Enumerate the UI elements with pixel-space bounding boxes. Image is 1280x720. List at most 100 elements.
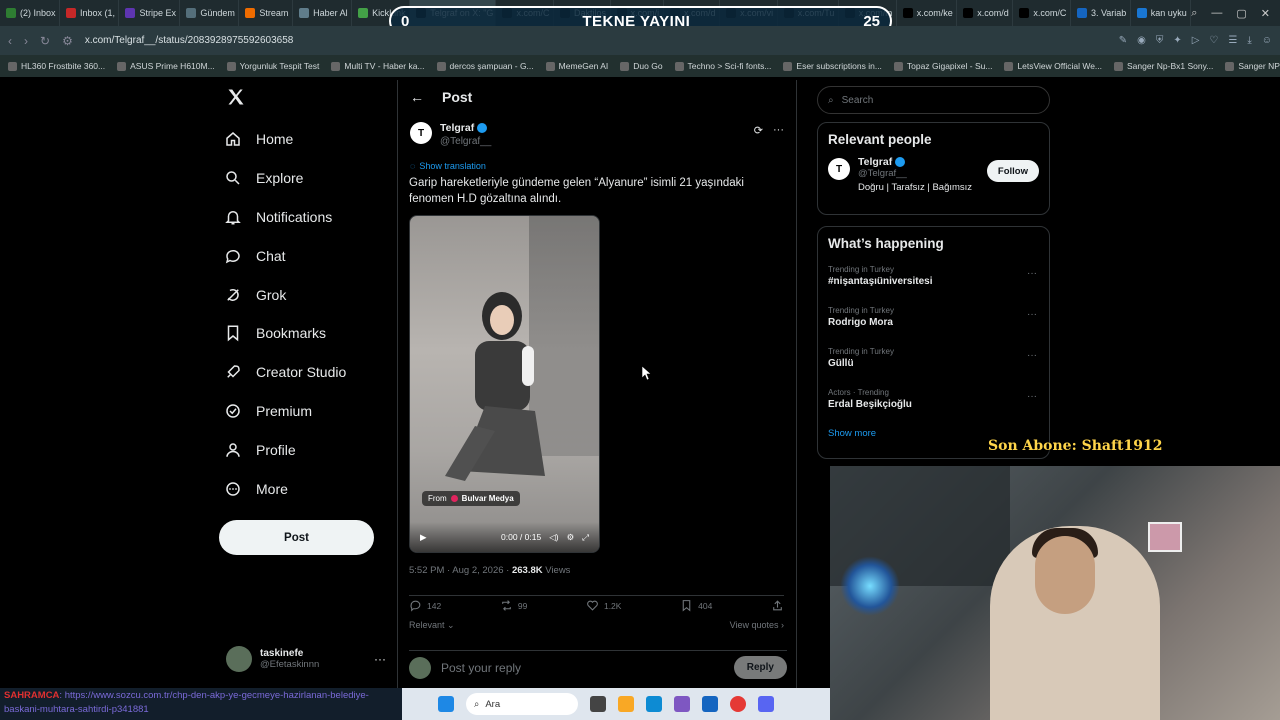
bookmark-item[interactable]: MemeGen AI	[545, 61, 608, 71]
bookmark-item[interactable]: ASUS Prime H610M...	[117, 61, 215, 71]
person-avatar[interactable]: T	[828, 158, 850, 180]
timestamp-text[interactable]: 5:52 PM · Aug 2, 2026 ·	[409, 565, 512, 576]
post-video[interactable]: From Bulvar Medya ▶ 0:00 / 0:15 ◁) ⚙ ⤢	[409, 215, 600, 553]
bookmark-item[interactable]: Eser subscriptions in...	[783, 61, 882, 71]
bookmark-item[interactable]: Sanger Np-Bx1 Sony...	[1114, 61, 1213, 71]
download-icon[interactable]: ⤓	[1247, 35, 1251, 46]
taskbar-search[interactable]: ⌕ Ara	[466, 693, 578, 715]
discord-icon[interactable]	[758, 696, 774, 712]
store-icon[interactable]	[702, 696, 718, 712]
edit-icon[interactable]: ✎	[1119, 35, 1127, 46]
copilot-icon[interactable]	[674, 696, 690, 712]
show-translation-link[interactable]: ◌ Show translation	[410, 161, 486, 171]
opera-icon[interactable]	[730, 696, 746, 712]
bookmark-item[interactable]: Duo Go	[620, 61, 663, 71]
puzzle-icon[interactable]: ✦	[1173, 35, 1181, 46]
nav-item-profile[interactable]: Profile	[224, 430, 394, 469]
bookmark-item[interactable]: Topaz Gigapixel - Su...	[893, 61, 992, 71]
trend-item[interactable]: Trending in Turkey Rodrigo Mora ···	[818, 301, 1049, 342]
browser-tab[interactable]: Stripe Ex	[119, 0, 181, 26]
browser-tab[interactable]: Haber Al	[293, 0, 353, 26]
repost-action[interactable]: 99	[500, 599, 527, 612]
sort-dropdown[interactable]: Relevant ⌄	[409, 620, 455, 631]
author-avatar[interactable]: T	[410, 122, 432, 144]
video-source-badge[interactable]: From Bulvar Medya	[422, 491, 520, 506]
browser-tab[interactable]: Inbox (1,	[60, 0, 120, 26]
more-dots-icon[interactable]: ···	[1027, 268, 1037, 279]
x-logo-icon[interactable]	[226, 87, 246, 107]
shield-icon[interactable]: ⛨	[1156, 35, 1164, 46]
play-icon[interactable]: ▷	[1192, 35, 1200, 46]
post-button[interactable]: Post	[219, 520, 374, 555]
settings-icon[interactable]: ⚙	[567, 532, 575, 543]
maximize-icon[interactable]: ▢	[1236, 7, 1246, 20]
more-dots-icon[interactable]: ···	[773, 124, 784, 137]
forward-icon[interactable]: ›	[24, 34, 28, 48]
site-info-icon[interactable]: ⚙	[62, 34, 73, 48]
trend-item[interactable]: Trending in Turkey #nişantaşıüniversitesi…	[818, 260, 1049, 301]
file-explorer-icon[interactable]	[618, 696, 634, 712]
more-dots-icon[interactable]: ···	[1027, 309, 1037, 320]
more-dots-icon[interactable]: ···	[1027, 391, 1037, 402]
nav-item-chat[interactable]: Chat	[224, 236, 394, 275]
start-icon[interactable]	[438, 696, 454, 712]
author-handle[interactable]: @Telgraf__	[440, 136, 491, 147]
grok-icon[interactable]: ⟳	[754, 124, 763, 137]
browser-tab[interactable]: x.com/ke	[897, 0, 958, 26]
reply-button[interactable]: Reply	[733, 656, 787, 679]
reply-input[interactable]: Post your reply	[441, 661, 724, 675]
nav-item-explore[interactable]: Explore	[224, 159, 394, 198]
play-icon[interactable]: ▶	[420, 532, 427, 543]
search-input[interactable]: ⌕ Search	[817, 86, 1050, 114]
task-view-icon[interactable]	[590, 696, 606, 712]
nav-item-grok[interactable]: Grok	[224, 275, 394, 314]
url-field[interactable]: x.com/Telgraf__/status/20839289755926036…	[85, 35, 1107, 46]
bookmark-item[interactable]: Multi TV - Haber ka...	[331, 61, 425, 71]
trend-item[interactable]: Actors · Trending Erdal Beşikçioğlu ···	[818, 383, 1049, 424]
bookmark-item[interactable]: HL360 Frostbite 360...	[8, 61, 105, 71]
back-arrow-icon[interactable]: ←	[410, 89, 424, 105]
camera-icon[interactable]: ◉	[1137, 35, 1146, 46]
fullscreen-icon[interactable]: ⤢	[582, 532, 589, 543]
share-action[interactable]	[771, 599, 784, 612]
reply-action[interactable]: 142	[409, 599, 441, 612]
more-dots-icon[interactable]: ···	[1027, 350, 1037, 361]
post-author[interactable]: T Telgraf @Telgraf__	[410, 122, 491, 147]
browser-tab[interactable]: (2) Inbox	[0, 0, 60, 26]
profile-icon[interactable]: ☺	[1262, 35, 1272, 46]
list-icon[interactable]: ☰	[1228, 35, 1237, 46]
nav-item-creator-studio[interactable]: Creator Studio	[224, 353, 394, 392]
browser-tab[interactable]: Gündem	[180, 0, 240, 26]
trend-item[interactable]: Trending in Turkey Güllü ···	[818, 342, 1049, 383]
follow-button[interactable]: Follow	[986, 160, 1039, 182]
minimize-icon[interactable]: —	[1211, 7, 1222, 20]
browser-tab[interactable]: x.com/d	[957, 0, 1014, 26]
nav-item-premium[interactable]: Premium	[224, 392, 394, 431]
back-icon[interactable]: ‹	[8, 34, 12, 48]
ticker-text[interactable]: : https://www.sozcu.com.tr/chp-den-akp-y…	[4, 690, 369, 715]
view-quotes-link[interactable]: View quotes ›	[730, 620, 784, 631]
like-action[interactable]: 1.2K	[586, 599, 621, 612]
edge-icon[interactable]	[646, 696, 662, 712]
relevant-person[interactable]: T Telgraf @Telgraf__ Doğru | Tarafsız | …	[818, 156, 1049, 203]
heart-icon[interactable]: ♡	[1209, 35, 1218, 46]
more-dots-icon[interactable]: ···	[374, 652, 386, 666]
volume-icon[interactable]: ◁)	[549, 532, 558, 543]
bookmark-item[interactable]: Sanger NP-BX1...	[1225, 61, 1280, 71]
browser-tab[interactable]: Stream	[239, 0, 294, 26]
bookmark-item[interactable]: dercos şampuan - G...	[436, 61, 534, 71]
author-name[interactable]: Telgraf	[440, 122, 474, 134]
bookmark-item[interactable]: Yorgunluk Tespit Test	[226, 61, 319, 71]
close-icon[interactable]: ✕	[1261, 7, 1270, 20]
person-name[interactable]: Telgraf	[858, 156, 892, 168]
account-switcher[interactable]: taskinefe @Efetaskinnn ···	[226, 643, 386, 675]
browser-tab[interactable]: x.com/C	[1013, 0, 1071, 26]
bookmark-action[interactable]: 404	[680, 599, 712, 612]
nav-item-notifications[interactable]: Notifications	[224, 198, 394, 237]
browser-tab[interactable]: 3. Variab	[1071, 0, 1131, 26]
bookmark-item[interactable]: Techno > Sci-fi fonts...	[674, 61, 771, 71]
bookmark-item[interactable]: LetsView Official We...	[1004, 61, 1102, 71]
nav-item-home[interactable]: Home	[224, 120, 394, 159]
search-tabs-icon[interactable]: ⌕	[1191, 7, 1197, 20]
browser-tab[interactable]: kan uyku	[1131, 0, 1192, 26]
